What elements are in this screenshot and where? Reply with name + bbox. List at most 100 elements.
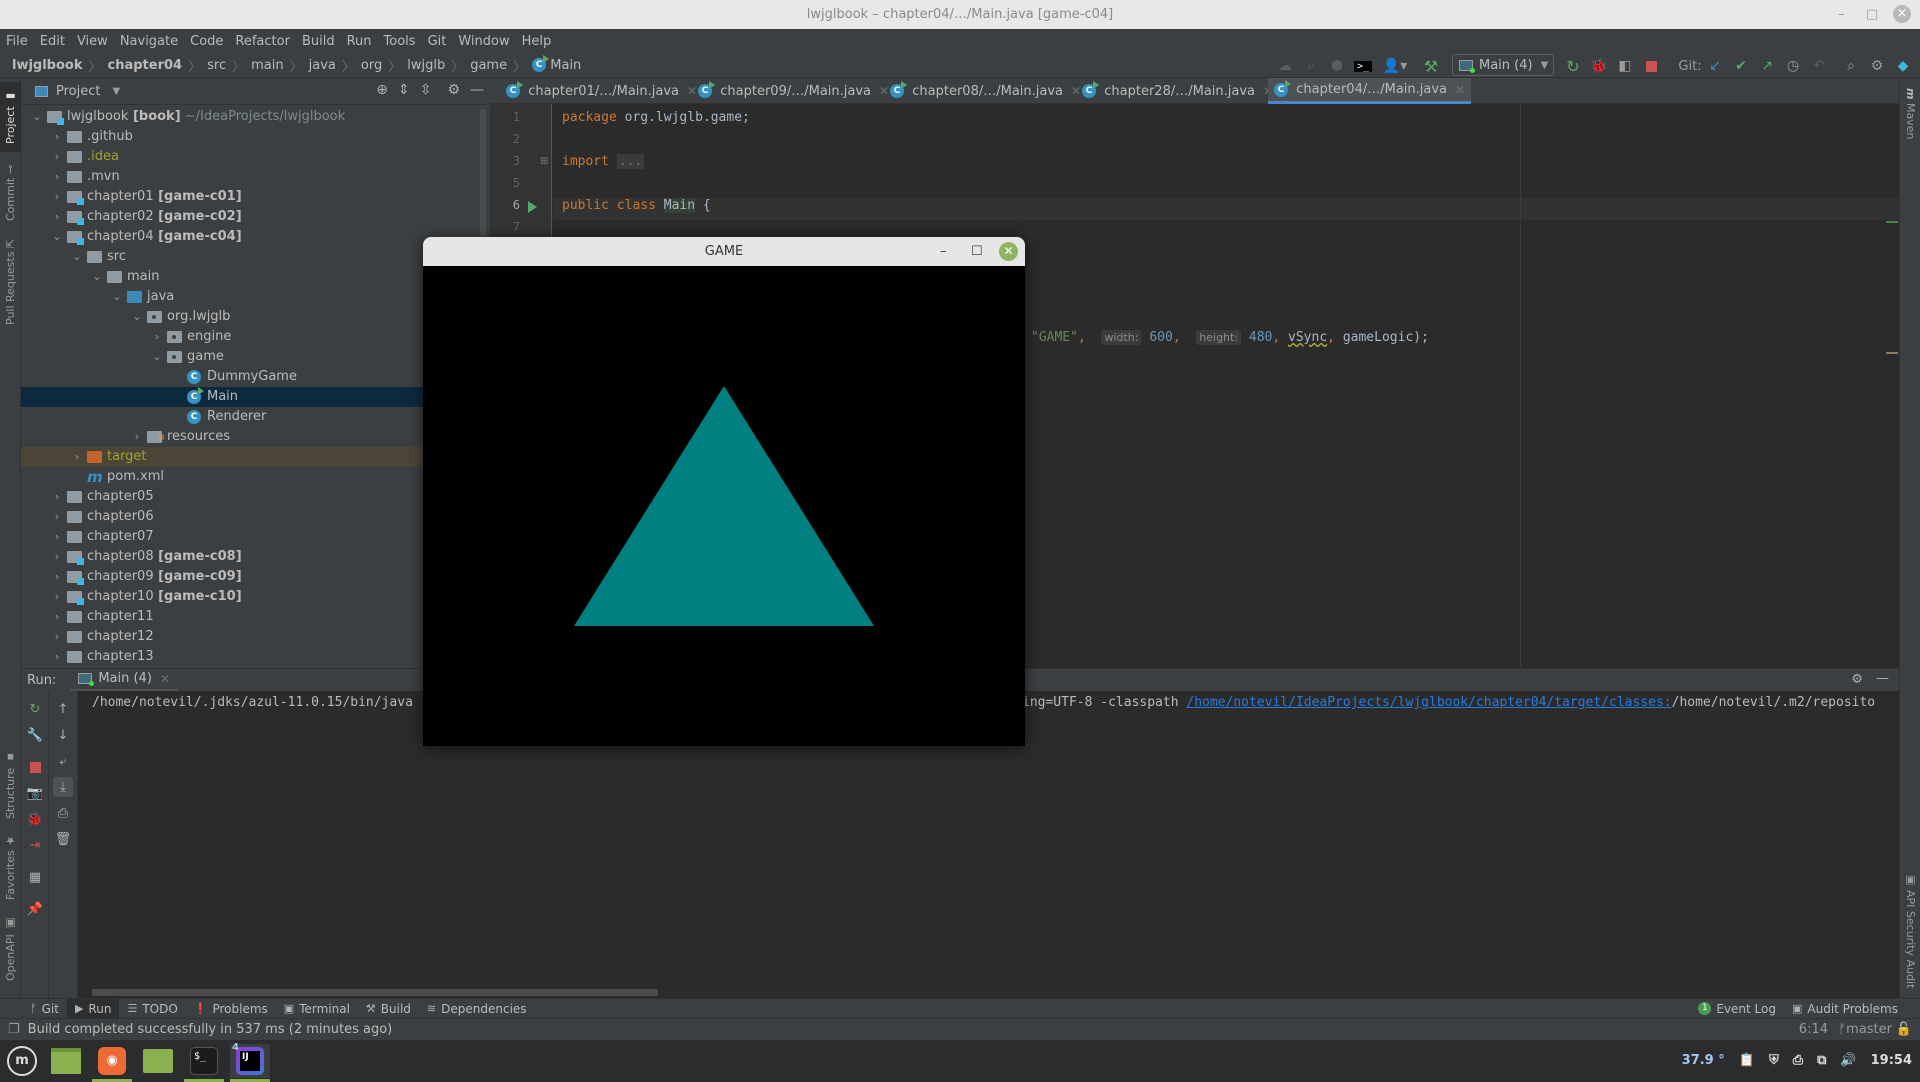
- window-close-button[interactable]: ×: [1893, 5, 1911, 23]
- settings-icon[interactable]: ⚙: [447, 82, 460, 98]
- layout-icon[interactable]: ▦: [25, 867, 45, 887]
- intellij-idea-icon[interactable]: IJ 4: [230, 1042, 270, 1082]
- breadcrumb-item[interactable]: org: [361, 58, 382, 73]
- window-minimize-button[interactable]: –: [1838, 0, 1845, 29]
- trash-icon[interactable]: 🗑: [53, 829, 73, 849]
- temperature-indicator[interactable]: 37.9 °: [1682, 1053, 1725, 1068]
- close-tab-icon[interactable]: ✕: [160, 672, 170, 686]
- chevron-right-icon[interactable]: ›: [51, 147, 63, 167]
- tool-tab-commit[interactable]: Commit ⊸: [0, 158, 21, 228]
- locate-file-icon[interactable]: ⊕: [376, 82, 388, 98]
- console-horizontal-scrollbar[interactable]: [92, 989, 658, 996]
- printer-icon[interactable]: ⎙: [1793, 1053, 1803, 1068]
- tree-node[interactable]: C Renderer: [21, 407, 490, 427]
- search-icon[interactable]: ⌕: [1840, 55, 1862, 77]
- stop-icon[interactable]: [1640, 55, 1662, 77]
- tool-window-dependencies[interactable]: ≋ Dependencies: [419, 999, 535, 1019]
- breadcrumb-item[interactable]: java: [309, 58, 336, 73]
- chevron-right-icon[interactable]: ›: [51, 167, 63, 187]
- menu-help[interactable]: Help: [522, 34, 552, 49]
- tree-node[interactable]: ⌄ java: [21, 287, 490, 307]
- chevron-right-icon[interactable]: ›: [51, 627, 63, 647]
- rerun-icon[interactable]: ↻: [25, 699, 45, 719]
- git-push-icon[interactable]: ↗: [1756, 55, 1778, 77]
- tree-node[interactable]: › chapter13: [21, 647, 490, 667]
- chevron-right-icon[interactable]: ›: [51, 507, 63, 527]
- chevron-down-icon[interactable]: ⌄: [131, 307, 143, 327]
- game-window[interactable]: GAME – ☐ ✕: [423, 237, 1025, 746]
- breadcrumb-item-current[interactable]: Main: [550, 58, 581, 73]
- tree-node[interactable]: ⌄ chapter04 [game-c04]: [21, 227, 490, 247]
- collapse-all-icon[interactable]: ⇳: [420, 82, 432, 98]
- chevron-right-icon[interactable]: ›: [71, 447, 83, 467]
- jetbrains-icon[interactable]: ◆: [1892, 55, 1914, 77]
- menu-view[interactable]: View: [77, 34, 108, 49]
- tree-node[interactable]: › chapter08 [game-c08]: [21, 547, 490, 567]
- menu-build[interactable]: Build: [302, 34, 335, 49]
- tree-node[interactable]: › chapter06: [21, 507, 490, 527]
- chevron-right-icon[interactable]: ›: [51, 207, 63, 227]
- tool-window-terminal[interactable]: ▣ Terminal: [276, 999, 358, 1019]
- tree-node[interactable]: ⌄ src: [21, 247, 490, 267]
- breadcrumb-item[interactable]: lwjglbook: [12, 58, 83, 73]
- status-toggle-icon[interactable]: ❐: [8, 1022, 20, 1037]
- lock-open-icon[interactable]: 🔓: [1896, 1022, 1912, 1037]
- chevron-right-icon[interactable]: ›: [51, 127, 63, 147]
- editor-tab[interactable]: C chapter01/…/Main.java ✕: [500, 78, 703, 104]
- breadcrumb-item[interactable]: lwjglb: [407, 58, 445, 73]
- close-tab-icon[interactable]: ✕: [1455, 83, 1465, 97]
- rollback-icon[interactable]: ↶: [1808, 55, 1830, 77]
- tree-node[interactable]: ⌄ game: [21, 347, 490, 367]
- breadcrumb-item[interactable]: game: [470, 58, 507, 73]
- editor-tab-active[interactable]: C chapter04/…/Main.java ✕: [1268, 78, 1472, 104]
- tool-window-run[interactable]: ▶ Run: [66, 998, 120, 1019]
- print-icon[interactable]: ⎙: [53, 803, 73, 823]
- soft-wrap-icon[interactable]: ⤶: [53, 751, 73, 771]
- tree-node[interactable]: ⌄ main: [21, 267, 490, 287]
- menu-file[interactable]: File: [6, 34, 28, 49]
- tree-node[interactable]: ⌄ lwjglbook [book] ~/IdeaProjects/lwjglbo…: [21, 107, 490, 127]
- fold-icon[interactable]: ⊞: [540, 156, 548, 167]
- exit-icon[interactable]: ⇥: [25, 835, 45, 855]
- chevron-right-icon[interactable]: ›: [51, 587, 63, 607]
- tool-window-audit-problems[interactable]: ▣ Audit Problems: [1784, 999, 1906, 1019]
- chevron-right-icon[interactable]: ›: [51, 547, 63, 567]
- pin-icon[interactable]: 📌: [25, 899, 45, 919]
- hide-panel-icon[interactable]: —: [470, 82, 484, 98]
- chevron-right-icon[interactable]: ›: [51, 527, 63, 547]
- tree-node[interactable]: › resources: [21, 427, 490, 448]
- network-icon[interactable]: ⧉: [1817, 1053, 1826, 1068]
- camera-icon[interactable]: 📷: [25, 783, 45, 803]
- tree-node[interactable]: › .mvn: [21, 167, 490, 187]
- editor-tab[interactable]: C chapter09/…/Main.java ✕: [692, 78, 895, 104]
- run-tab[interactable]: Main (4) ✕: [70, 669, 178, 692]
- chevron-down-icon[interactable]: ⌄: [91, 267, 103, 287]
- chevron-down-icon[interactable]: ⌄: [111, 287, 123, 307]
- expand-all-icon[interactable]: ⇕: [398, 82, 410, 98]
- terminal-icon[interactable]: >_: [1352, 55, 1374, 77]
- settings-icon[interactable]: ⚙: [1851, 672, 1863, 687]
- menu-refactor[interactable]: Refactor: [235, 34, 290, 49]
- tree-node[interactable]: › chapter11: [21, 607, 490, 627]
- menu-tools[interactable]: Tools: [384, 34, 416, 49]
- volume-icon[interactable]: 🔊: [1840, 1053, 1856, 1068]
- arrow-up-icon[interactable]: ↑: [53, 699, 73, 719]
- editor-tab[interactable]: C chapter28/…/Main.java✕: [1076, 78, 1279, 104]
- tree-node[interactable]: C Main: [21, 387, 490, 407]
- clock[interactable]: 19:54: [1871, 1053, 1912, 1068]
- tree-node[interactable]: › chapter12: [21, 627, 490, 647]
- game-minimize-button[interactable]: –: [940, 237, 947, 266]
- status-message[interactable]: Build completed successfully in 537 ms (…: [28, 1022, 393, 1037]
- hexagon-icon[interactable]: ⬢: [1326, 55, 1348, 77]
- chevron-down-icon[interactable]: ⌄: [31, 107, 43, 127]
- breadcrumb-item[interactable]: src: [207, 58, 226, 73]
- breadcrumb-item[interactable]: main: [251, 58, 283, 73]
- editor-tab[interactable]: C chapter08/…/Main.java ✕: [884, 78, 1087, 104]
- hide-panel-icon[interactable]: —: [1876, 671, 1889, 686]
- build-hammer-icon[interactable]: ⚒: [1420, 55, 1442, 77]
- game-canvas[interactable]: [424, 266, 1024, 746]
- tool-window-todo[interactable]: ☰ TODO: [119, 999, 185, 1019]
- menu-run[interactable]: Run: [347, 34, 372, 49]
- stop-icon[interactable]: [25, 757, 45, 777]
- error-stripe-mark[interactable]: [1886, 221, 1898, 223]
